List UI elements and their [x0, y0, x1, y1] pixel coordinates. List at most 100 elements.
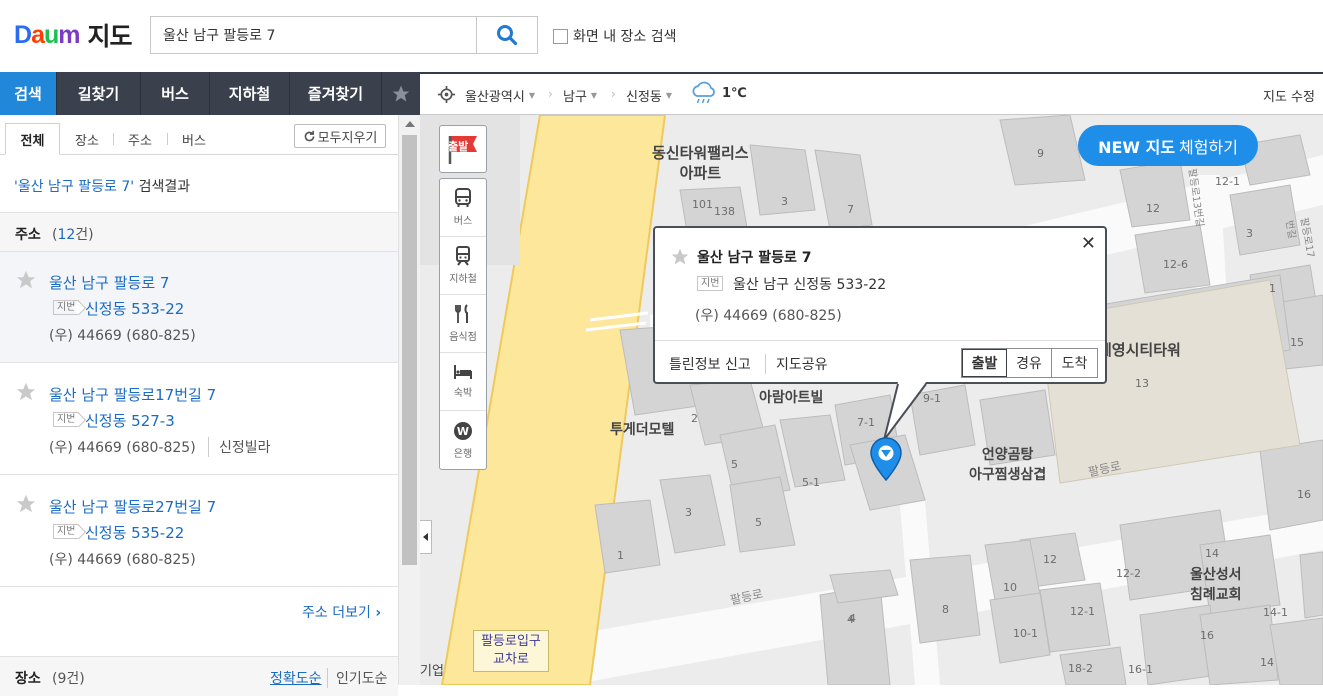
refresh-icon	[304, 130, 314, 141]
area-search-checkbox[interactable]	[553, 28, 568, 44]
result-title: '울산 남구 팔등로 7' 검색결과	[14, 176, 190, 196]
share-map-link[interactable]: 지도공유	[765, 354, 828, 374]
place-label-ulsan-baptist-church[interactable]: 울산성서 침례교회	[1190, 565, 1242, 605]
category-restaurant-button[interactable]: 음식점	[440, 295, 486, 353]
address-result-name[interactable]: 울산 남구 팔등로27번길 7	[49, 496, 216, 517]
new-map-trial-button[interactable]: NEW 지도 체험하기	[1078, 125, 1258, 166]
restaurant-icon	[455, 304, 468, 323]
map-marker-icon[interactable]	[869, 436, 903, 482]
area-search-option[interactable]: 화면 내 장소 검색	[553, 26, 677, 46]
building-number: 16	[1200, 629, 1214, 642]
report-error-link[interactable]: 틀린정보 신고	[669, 354, 751, 374]
building-number: 101	[692, 198, 713, 211]
map-canvas[interactable]: 동신타워팰리스 아파트 투게더모텔 아람아트빌 계영시티타워 언양곰탕 아구찜생…	[420, 115, 1323, 685]
popup-footer: 틀린정보 신고 지도공유 출발 경유 도착	[655, 340, 1105, 384]
building-number: 1	[1269, 282, 1276, 295]
place-label-gyeyoung-city-tower[interactable]: 계영시티타워	[1098, 340, 1181, 360]
chevron-right-icon: ›	[375, 605, 382, 621]
breadcrumb-city[interactable]: 울산광역시 ▼	[465, 86, 535, 105]
place-label-eonyang-gomtang[interactable]: 언양곰탕 아구찜생삼겹	[969, 445, 1046, 485]
tab-bus[interactable]: 버스	[141, 72, 210, 115]
search-results-panel: 전체 장소 주소 버스 모두지우기 '울산 남구 팔등로 7' 검색결과 주소 …	[0, 115, 420, 696]
category-subway-button[interactable]: 지하철	[440, 237, 486, 295]
search-button[interactable]	[476, 16, 538, 54]
star-icon[interactable]	[670, 247, 690, 267]
place-label-dongshin[interactable]: 동신타워팰리스 아파트	[652, 143, 749, 183]
more-address-link[interactable]: 주소 더보기 ›	[302, 602, 381, 622]
current-location-icon[interactable]	[438, 86, 455, 103]
search-input[interactable]	[151, 17, 477, 53]
building-number: 14	[1260, 656, 1274, 669]
building-number: 12	[1043, 553, 1057, 566]
building-number: 5	[731, 458, 738, 471]
header: Daum 지도 화면 내 장소 검색	[0, 0, 1323, 72]
address-result-item[interactable]: 울산 남구 팔등로27번길 7 지번 신정동 535-22 (우) 44669 …	[0, 476, 398, 587]
start-point-button[interactable]: 출발	[439, 125, 487, 173]
chevron-right-icon: ›	[611, 87, 616, 101]
building-name: 신정빌라	[208, 437, 271, 457]
address-result-name[interactable]: 울산 남구 팔등로 7	[49, 272, 169, 293]
collapse-panel-button[interactable]	[420, 520, 432, 554]
filter-tab-address[interactable]: 주소	[114, 123, 166, 155]
category-lodging-button[interactable]: 숙박	[440, 353, 486, 411]
scroll-up-arrow[interactable]	[405, 121, 415, 127]
building-number: 5-1	[802, 476, 820, 489]
category-bank-button[interactable]: W 은행	[440, 411, 486, 469]
jibun-tag: 지번	[53, 412, 80, 427]
route-start-button[interactable]: 출발	[962, 349, 1007, 377]
scroll-thumb[interactable]	[402, 135, 417, 565]
building-number: 1	[617, 549, 624, 562]
favorite-star-button[interactable]	[382, 72, 420, 115]
place-label-together-motel[interactable]: 투게더모텔	[610, 420, 674, 440]
address-result-item[interactable]: 울산 남구 팔등로17번길 7 지번 신정동 527-3 (우) 44669 (…	[0, 364, 398, 475]
popup-pointer	[883, 382, 927, 441]
address-result-item[interactable]: 울산 남구 팔등로 7 지번 신정동 533-22 (우) 44669 (680…	[0, 252, 398, 363]
breadcrumb-district[interactable]: 남구 ▼	[563, 86, 597, 105]
building-number: 138	[714, 205, 735, 218]
address-result-name[interactable]: 울산 남구 팔등로17번길 7	[49, 384, 216, 405]
tab-search[interactable]: 검색	[0, 72, 57, 115]
filter-tab-all[interactable]: 전체	[5, 123, 60, 155]
building-number: 16-1	[1128, 663, 1153, 676]
building-number: 12-1	[1215, 175, 1240, 188]
route-waypoint-button[interactable]: 경유	[1007, 349, 1052, 377]
building-number: 7	[847, 203, 854, 216]
search-icon	[497, 25, 518, 46]
jibun-address[interactable]: 신정동 533-22	[85, 298, 184, 319]
star-icon[interactable]	[15, 493, 37, 515]
daum-logo[interactable]: Daum 지도	[14, 19, 133, 52]
building-number: 2	[691, 412, 698, 425]
map-edit-link[interactable]: 지도 수정	[1263, 86, 1315, 105]
search-box[interactable]	[150, 16, 477, 54]
place-label-aram-artvil[interactable]: 아람아트빌	[759, 388, 823, 408]
building-number: 3	[1246, 227, 1253, 240]
close-icon[interactable]: ✕	[1081, 233, 1096, 254]
tab-directions[interactable]: 길찾기	[57, 72, 141, 115]
address-section-title: 주소	[15, 227, 41, 243]
address-section-header: 주소 (12건)	[0, 212, 398, 252]
popup-postal-code: (우) 44669 (680-825)	[695, 308, 842, 324]
clear-all-button[interactable]: 모두지우기	[294, 124, 386, 148]
location-info-popup: ✕ 울산 남구 팔등로 7 지번 울산 남구 신정동 533-22 (우) 44…	[653, 226, 1107, 384]
intersection-label[interactable]: 팔등로입구 교차로	[473, 630, 549, 672]
breadcrumb-dong[interactable]: 신정동 ▼	[626, 86, 672, 105]
category-bus-button[interactable]: 버스	[440, 179, 486, 237]
building-number: 9	[1037, 147, 1044, 160]
jibun-address[interactable]: 신정동 535-22	[85, 522, 184, 543]
route-buttons: 출발 경유 도착	[961, 348, 1098, 378]
building-number: 10-1	[1013, 627, 1038, 640]
filter-tab-place[interactable]: 장소	[62, 123, 112, 155]
route-destination-button[interactable]: 도착	[1052, 349, 1097, 377]
tab-subway[interactable]: 지하철	[210, 72, 290, 115]
panel-scrollbar[interactable]	[398, 115, 420, 685]
star-icon[interactable]	[15, 269, 37, 291]
star-icon[interactable]	[15, 381, 37, 403]
popup-title: 울산 남구 팔등로 7	[697, 250, 812, 266]
sort-accuracy-link[interactable]: 정확도순	[270, 668, 322, 688]
sort-popular-link[interactable]: 인기도순	[327, 668, 388, 688]
filter-tab-bus[interactable]: 버스	[168, 123, 220, 155]
jibun-address[interactable]: 신정동 527-3	[85, 410, 175, 431]
place-section-count: (9건)	[52, 671, 85, 687]
map-toolbar: 출발 버스 지하철 음식점 숙박 W 은행	[439, 125, 487, 470]
tab-favorites[interactable]: 즐겨찾기	[290, 72, 382, 115]
